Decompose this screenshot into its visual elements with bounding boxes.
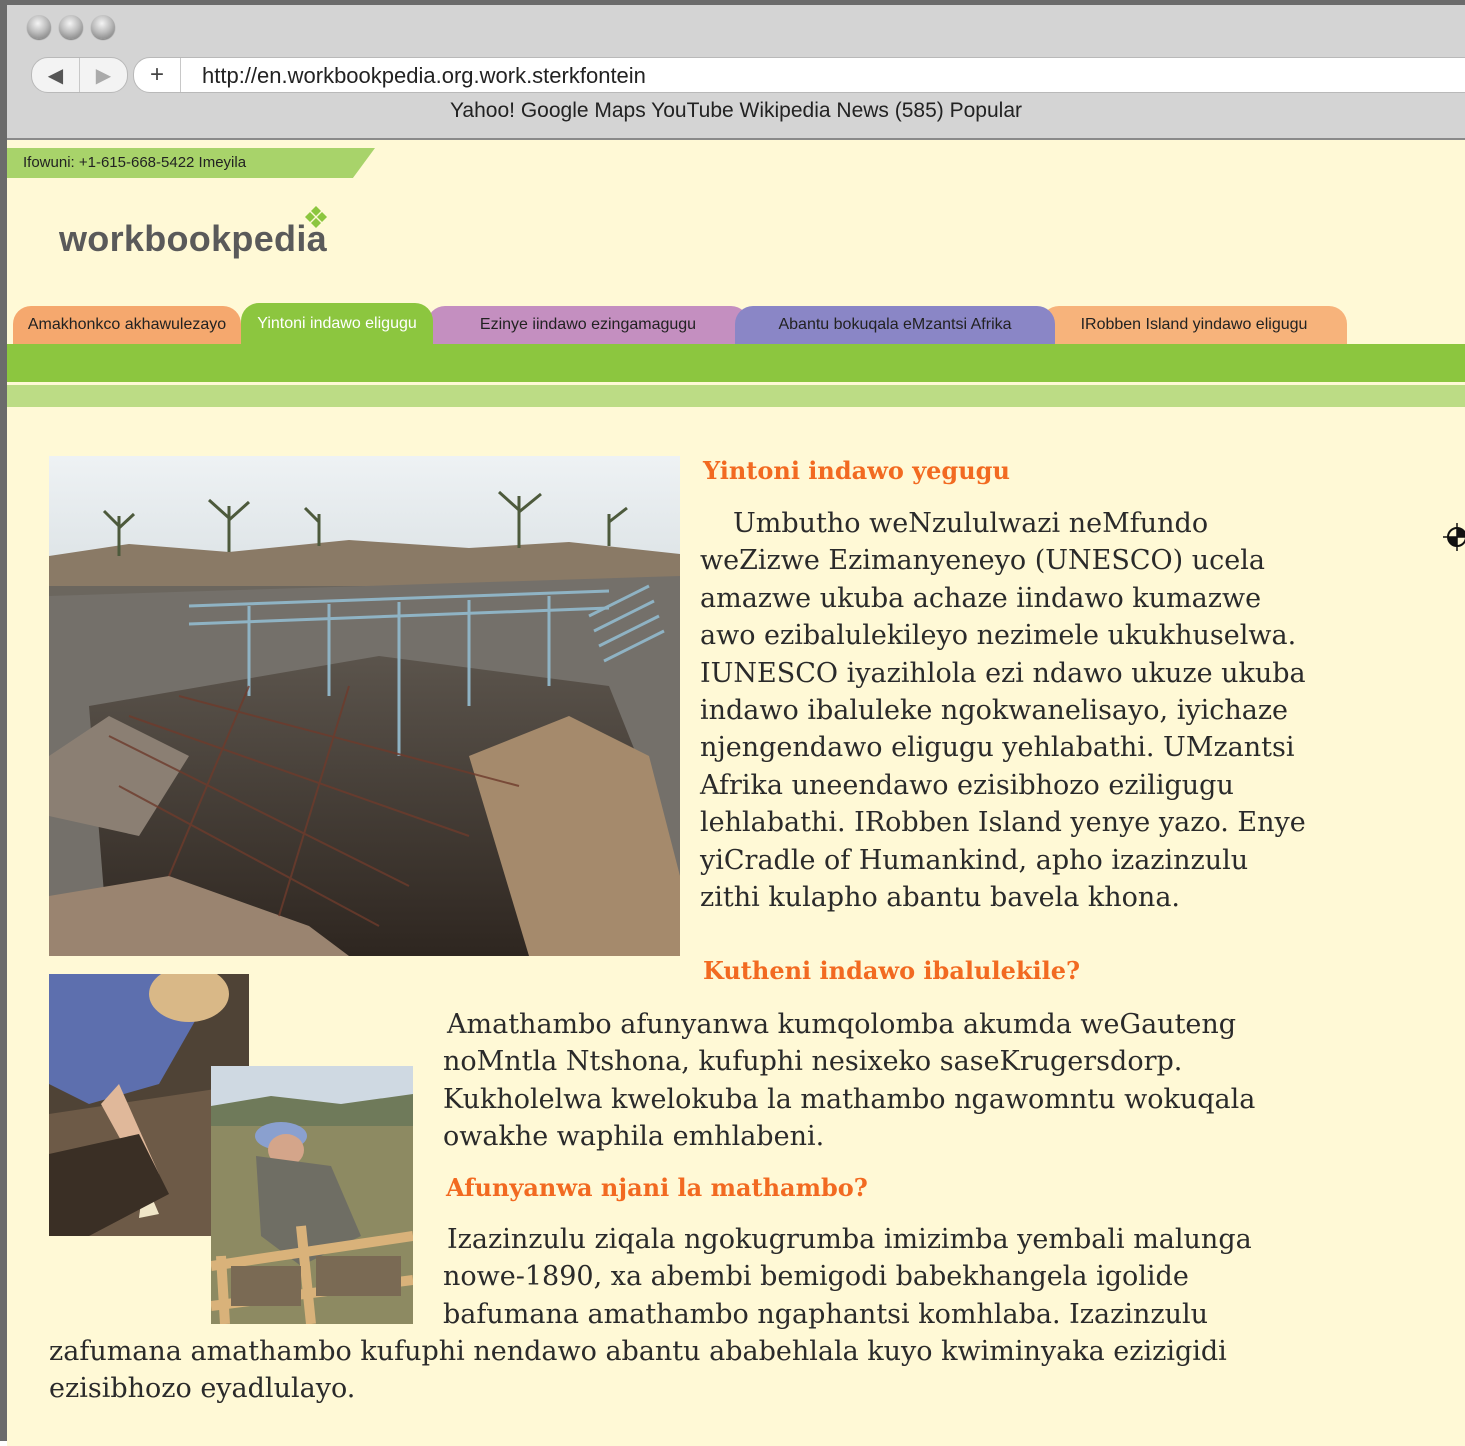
- text-line: owakhe waphila emhlabeni.: [443, 1121, 825, 1153]
- tab-robben-island[interactable]: IRobben Island yindawo eligugu: [1041, 306, 1347, 344]
- text-line: Afrika uneendawo ezisibhozo eziligugu: [700, 769, 1234, 801]
- add-tab-button[interactable]: +: [134, 58, 181, 92]
- registration-mark-icon: [1443, 523, 1465, 551]
- bookmarks-bar[interactable]: Yahoo! Google Maps YouTube Wikipedia New…: [7, 99, 1465, 123]
- forward-button[interactable]: ▶: [79, 58, 127, 92]
- tab-heritage-site-active[interactable]: Yintoni indawo eligugu: [241, 303, 433, 344]
- address-bar[interactable]: + http://en.workbookpedia.org.work.sterk…: [133, 57, 1465, 93]
- nav-green-bar: [7, 344, 1465, 382]
- browser-window: ◀ ▶ + http://en.workbookpedia.org.work.s…: [0, 0, 1465, 1446]
- excavation-site-photo: [49, 456, 680, 956]
- tab-other-heritage-sites[interactable]: Ezinye iindawo ezingamagugu: [427, 306, 749, 344]
- browser-chrome: ◀ ▶ + http://en.workbookpedia.org.work.s…: [7, 5, 1465, 140]
- nav-buttons: ◀ ▶: [31, 57, 128, 93]
- zoom-window-button[interactable]: [91, 15, 115, 39]
- text-line: zafumana amathambo kufuphi nendawo abant…: [49, 1336, 1227, 1367]
- text-line: zithi kulapho abantu bavela khona.: [700, 882, 1181, 914]
- text-line: weZizwe Ezimanyeneyo (UNESCO) ucela: [700, 545, 1265, 577]
- heading-what-is-heritage-site: Yintoni indawo yegugu: [703, 456, 1010, 485]
- text-line: IUNESCO iyazihlola ezi ndawo ukuze ukuba: [700, 657, 1306, 689]
- scientist-sieving-photo: [211, 1066, 413, 1324]
- site-logo[interactable]: workbookpedia: [59, 218, 327, 260]
- nav-light-bar: [7, 385, 1465, 407]
- text-line: lehlabathi. IRobben Island yenye yazo. E…: [700, 807, 1306, 839]
- minimize-window-button[interactable]: [59, 15, 83, 39]
- text-line: amazwe ukuba achaze iindawo kumazwe: [700, 582, 1262, 614]
- text-line: njengendawo eligugu yehlabathi. UMzantsi: [700, 732, 1295, 764]
- text-line: Amathambo afunyanwa kumqolomba akumda we…: [447, 1009, 1237, 1040]
- text-line: nowe-1890, xa abembi bemigodi babekhange…: [443, 1261, 1189, 1293]
- text-line: indawo ibaluleke ngokwanelisayo, iyichaz…: [700, 695, 1289, 727]
- heading-why-important: Kutheni indawo ibalulekile?: [703, 956, 1081, 985]
- text-line: bafumana amathambo ngaphantsi komhlaba. …: [443, 1298, 1209, 1330]
- contact-strip: Ifowuni: +1-615-668-5422 Imeyila: [7, 148, 375, 178]
- tab-first-people[interactable]: Abantu bokuqala eMzantsi Afrika: [735, 306, 1055, 344]
- web-page: Ifowuni: +1-615-668-5422 Imeyila workboo…: [7, 140, 1465, 1446]
- text-line: noMntla Ntshona, kufuphi nesixeko saseKr…: [443, 1046, 1183, 1078]
- paragraph-why-important: Amathambo afunyanwa kumqolomba akumda we…: [443, 1006, 1255, 1156]
- text-line: Umbutho weNzululwazi neMfundo: [733, 508, 1209, 539]
- close-window-button[interactable]: [27, 15, 51, 39]
- paragraph-how-found: Izazinzulu ziqala ngokugrumba imizimba y…: [443, 1221, 1252, 1333]
- url-text[interactable]: http://en.workbookpedia.org.work.sterkfo…: [202, 63, 646, 89]
- logo-diamond-icon: [305, 206, 327, 228]
- text-line: Kukholelwa kwelokuba la mathambo ngawomn…: [443, 1083, 1256, 1115]
- paragraph-how-found-continued: zafumana amathambo kufuphi nendawo abant…: [49, 1333, 1227, 1408]
- nav-tabs: Amakhonkco akhawulezayo Ezinye iindawo e…: [7, 303, 1465, 344]
- contact-text: Ifowuni: +1-615-668-5422 Imeyila: [23, 154, 247, 171]
- tab-quick-links[interactable]: Amakhonkco akhawulezayo: [13, 306, 241, 344]
- text-line: Izazinzulu ziqala ngokugrumba imizimba y…: [447, 1224, 1252, 1255]
- text-line: ezisibhozo eyadlulayo.: [49, 1373, 356, 1405]
- text-line: awo ezibalulekileyo nezimele ukukhuselwa…: [700, 620, 1297, 652]
- window-controls: [27, 15, 115, 39]
- paragraph-heritage-intro: Umbutho weNzululwazi neMfundo weZizwe Ez…: [700, 505, 1306, 916]
- text-line: yiCradle of Humankind, apho izazinzulu: [700, 844, 1249, 876]
- back-button[interactable]: ◀: [32, 58, 79, 92]
- heading-how-found: Afunyanwa njani la mathambo?: [446, 1173, 868, 1202]
